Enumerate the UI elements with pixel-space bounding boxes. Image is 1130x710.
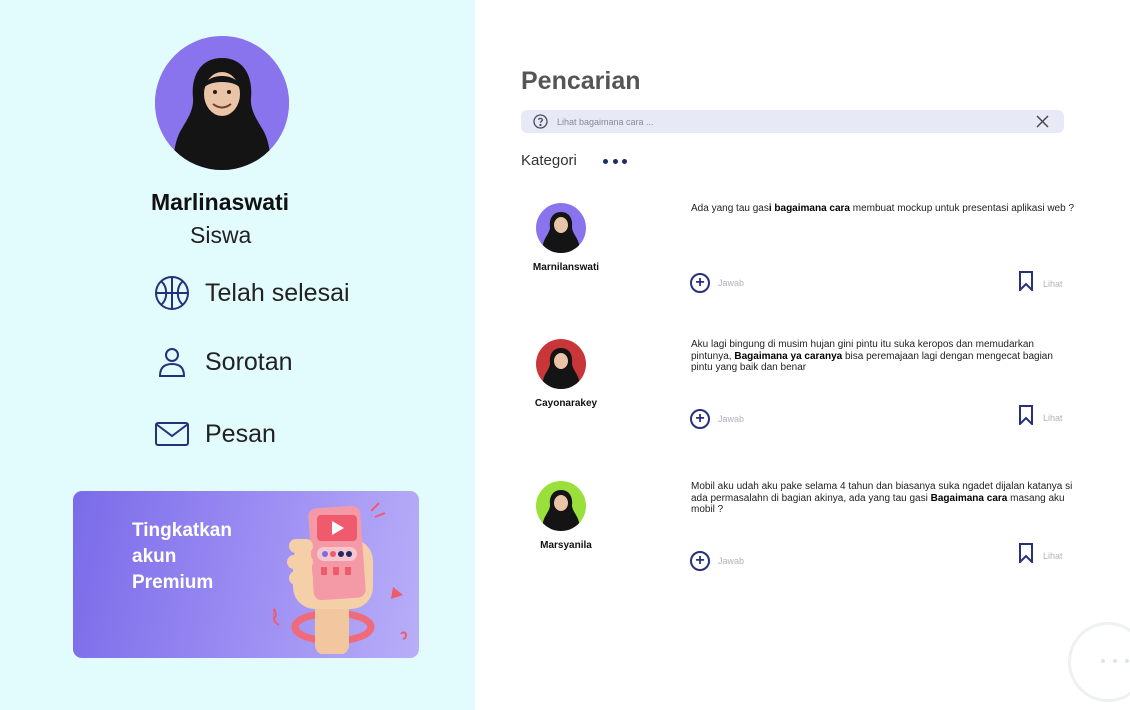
close-icon[interactable] [1035, 114, 1050, 129]
nav-label: Pesan [205, 419, 276, 448]
premium-banner[interactable]: Tingkatkan akun Premium [73, 491, 419, 658]
phone-hand-illustration [268, 499, 413, 658]
post-username: Marsyanila [540, 540, 592, 551]
question-card: Marsyanila Mobil aku udah aku pake selam… [521, 481, 1081, 591]
profile-name: Marlinaswati [151, 189, 290, 215]
view-button[interactable]: Lihat [1018, 543, 1063, 568]
plus-circle-icon: + [690, 273, 710, 293]
more-options-icon[interactable] [603, 154, 627, 168]
avatar[interactable] [536, 481, 586, 531]
plus-circle-icon: + [690, 409, 710, 429]
question-card: Marnilanswati Ada yang tau gasi bagaiman… [521, 203, 1081, 313]
nav-item-sorotan[interactable]: Sorotan [153, 342, 293, 382]
bookmark-icon [1018, 543, 1034, 568]
bookmark-icon [1018, 271, 1034, 296]
nav-label: Sorotan [205, 347, 293, 376]
question-text: Mobil aku udah aku pake selama 4 tahun d… [691, 481, 1073, 515]
plus-circle-icon: + [690, 551, 710, 571]
profile-role: Siswa [190, 222, 252, 248]
view-button[interactable]: Lihat [1018, 405, 1063, 430]
search-bar [521, 110, 1064, 133]
answer-button[interactable]: + Jawab [690, 551, 744, 571]
premium-banner-text: Tingkatkan akun Premium [132, 520, 232, 593]
post-username: Marnilanswati [532, 262, 600, 273]
mail-icon [153, 415, 191, 453]
search-input[interactable] [557, 113, 1017, 130]
basketball-icon [153, 274, 191, 312]
profile-avatar[interactable] [155, 36, 289, 170]
page-title: Pencarian [521, 67, 641, 95]
answer-button[interactable]: + Jawab [690, 273, 744, 293]
question-text: Aku lagi bingung di musim hujan gini pin… [691, 339, 1053, 373]
user-icon [153, 343, 191, 381]
question-card: Cayonarakey Aku lagi bingung di musim hu… [521, 339, 1081, 449]
view-button[interactable]: Lihat [1018, 271, 1063, 296]
bookmark-icon [1018, 405, 1034, 430]
nav-item-pesan[interactable]: Pesan [153, 414, 276, 454]
nav-label: Telah selesai [205, 278, 350, 307]
nav-item-telah-selesai[interactable]: Telah selesai [153, 273, 350, 313]
chat-bubble-button[interactable] [1068, 622, 1130, 702]
post-username: Cayonarakey [534, 398, 598, 409]
sidebar: Marlinaswati Siswa Telah selesai Sorotan [0, 0, 475, 710]
question-text: Ada yang tau gasi bagaimana cara membuat… [691, 203, 1075, 214]
avatar[interactable] [536, 203, 586, 253]
typing-dots-icon [1101, 659, 1129, 663]
question-icon [533, 114, 548, 129]
answer-button[interactable]: + Jawab [690, 409, 744, 429]
avatar[interactable] [536, 339, 586, 389]
category-label: Kategori [521, 152, 577, 169]
